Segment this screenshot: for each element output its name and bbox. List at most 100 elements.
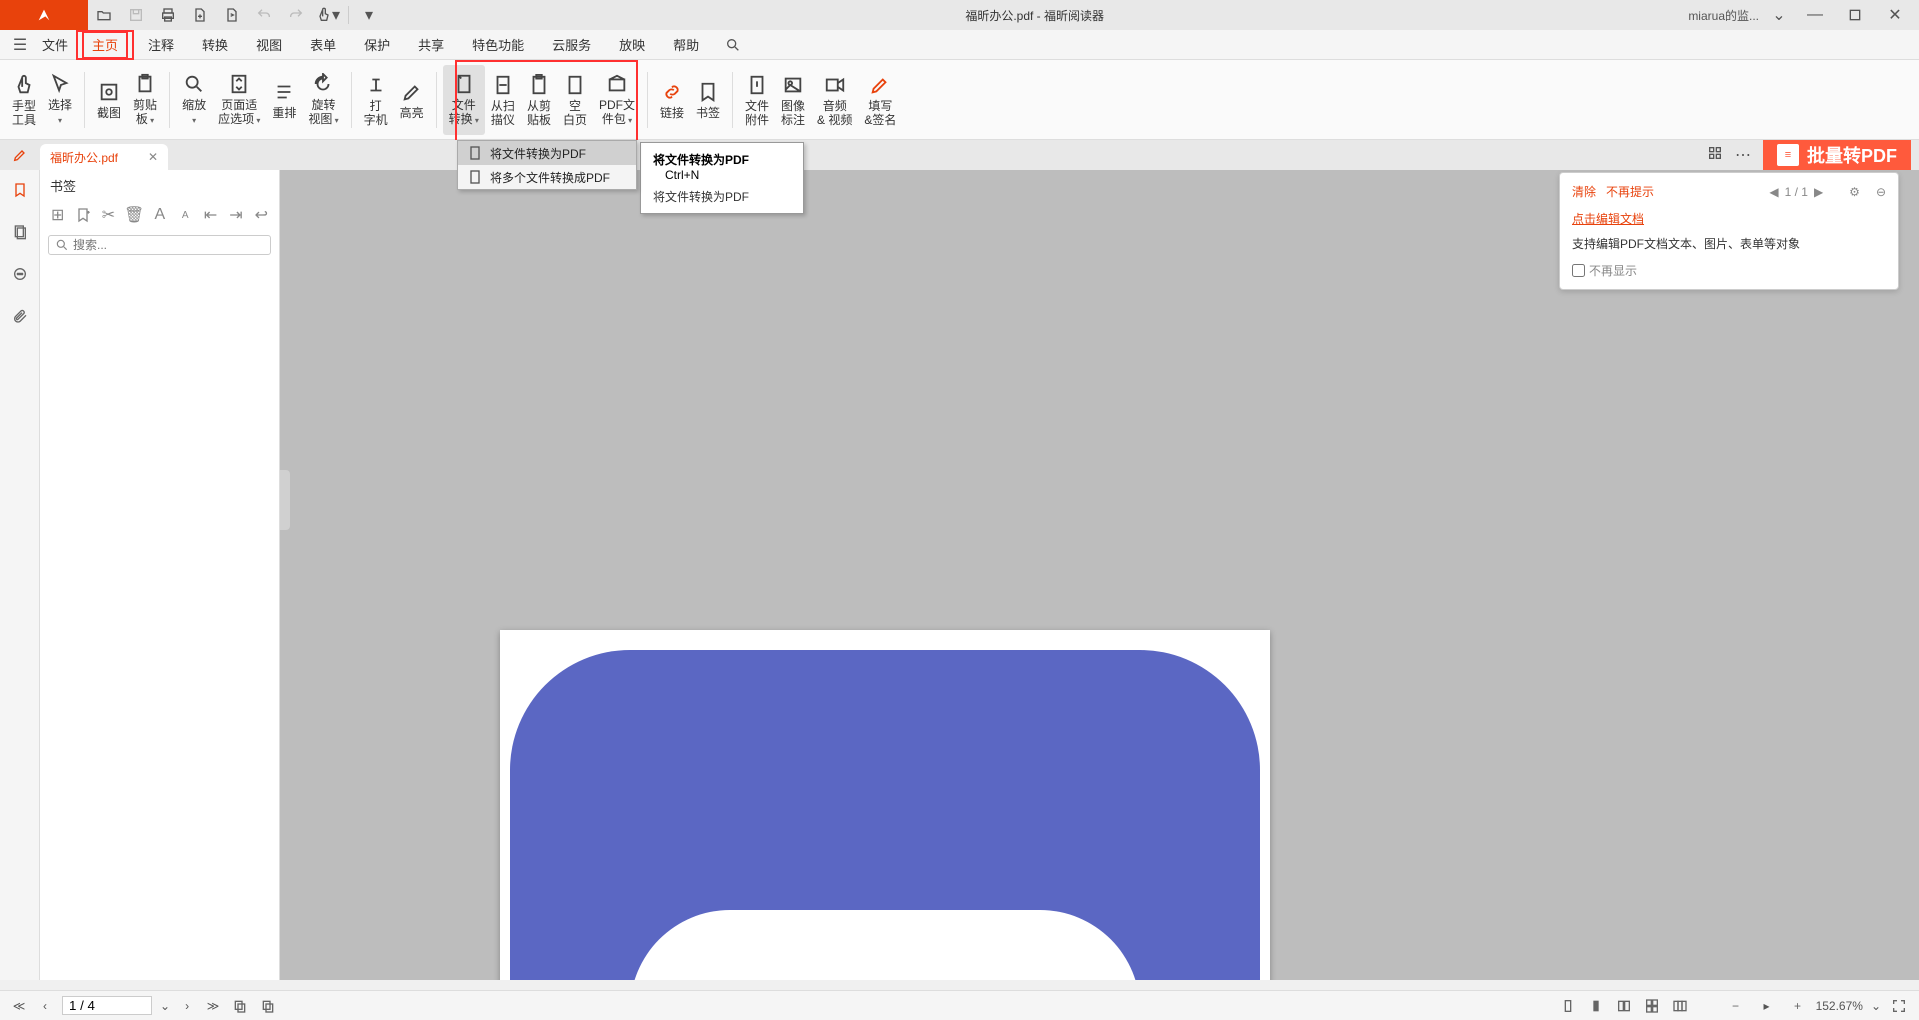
last-page-icon[interactable]: ≫ — [204, 997, 222, 1015]
ribbon-sign[interactable]: 填写&签名 — [858, 65, 902, 135]
tip-prev-icon[interactable]: ◀ — [1769, 185, 1778, 199]
next-page-icon[interactable]: › — [178, 997, 196, 1015]
file-export-icon[interactable] — [216, 0, 248, 30]
ribbon-hand[interactable]: 手型工具 — [6, 65, 42, 135]
tip-noremind-link[interactable]: 不再提示 — [1606, 183, 1654, 200]
zoom-marker-icon[interactable]: ▸ — [1754, 997, 1780, 1015]
view-continuous-icon[interactable] — [1586, 996, 1606, 1016]
bm-cut-icon[interactable]: ✂ — [99, 205, 118, 225]
tip-next-icon[interactable]: ▶ — [1814, 185, 1823, 199]
batch-convert-button[interactable]: ≡ 批量转PDF — [1763, 140, 1911, 170]
menu-tab-4[interactable]: 表单 — [296, 30, 350, 60]
ribbon-bookmark-r[interactable]: 书签 — [690, 65, 726, 135]
dropdown-item-0[interactable]: 将文件转换为PDF — [458, 141, 636, 165]
ribbon-file-convert[interactable]: 文件转换 ▾ — [443, 65, 485, 135]
tip-edit-link[interactable]: 点击编辑文档 — [1572, 210, 1886, 227]
fullscreen-icon[interactable] — [1889, 996, 1909, 1016]
view-book-icon[interactable] — [1670, 996, 1690, 1016]
menu-tab-3[interactable]: 视图 — [242, 30, 296, 60]
open-icon[interactable] — [88, 0, 120, 30]
menu-dots-icon[interactable]: ⋯ — [1735, 145, 1755, 165]
bm-level-up-icon[interactable]: ⇤ — [201, 205, 220, 225]
page-dropdown-icon[interactable]: ⌄ — [160, 999, 170, 1013]
dropdown-item-1[interactable]: 将多个文件转换成PDF — [458, 165, 636, 189]
qat-dropdown-icon[interactable]: ▾ — [353, 0, 385, 30]
menu-tab-5[interactable]: 保护 — [350, 30, 404, 60]
ribbon-cursor[interactable]: 选择 ▾ — [42, 65, 78, 135]
user-dropdown-icon[interactable]: ⌄ — [1763, 0, 1795, 30]
ribbon-screenshot[interactable]: 截图 — [91, 65, 127, 135]
view-single-icon[interactable] — [1558, 996, 1578, 1016]
tab-close-icon[interactable]: ✕ — [148, 150, 158, 164]
menu-file[interactable]: 文件 — [34, 30, 76, 60]
bm-wrap-icon[interactable]: ↩ — [252, 205, 271, 225]
ribbon-clipboard[interactable]: 剪贴板 ▾ — [127, 65, 163, 135]
ribbon-blank-page[interactable]: 空白页 — [557, 65, 593, 135]
sb-copy-icon[interactable] — [230, 996, 250, 1016]
menu-tab-6[interactable]: 共享 — [404, 30, 458, 60]
menu-search-icon[interactable] — [721, 33, 745, 57]
first-page-icon[interactable]: ≪ — [10, 997, 28, 1015]
attachments-rail-icon[interactable] — [8, 304, 32, 328]
tip-settings-icon[interactable]: ⚙ — [1849, 185, 1860, 199]
menu-tab-2[interactable]: 转换 — [188, 30, 242, 60]
edit-tool-icon[interactable] — [0, 140, 40, 170]
typewriter-icon — [364, 73, 388, 97]
zoom-in-icon[interactable]: + — [1788, 996, 1808, 1016]
bm-delete-icon[interactable]: 🗑 — [124, 205, 144, 225]
bookmark-search[interactable] — [48, 235, 271, 255]
close-button[interactable]: ✕ — [1875, 0, 1915, 30]
menu-tab-7[interactable]: 特色功能 — [458, 30, 538, 60]
comments-rail-icon[interactable] — [8, 262, 32, 286]
ribbon-highlight[interactable]: 高亮 — [394, 65, 430, 135]
ribbon-link[interactable]: 链接 — [654, 65, 690, 135]
ribbon-zoom[interactable]: 缩放 ▾ — [176, 65, 212, 135]
tip-noshow-checkbox[interactable]: 不再显示 — [1572, 262, 1886, 279]
menu-hamburger-icon[interactable]: ☰ — [10, 35, 30, 55]
ribbon-reflow[interactable]: 重排 — [266, 65, 302, 135]
user-label[interactable]: miarua的监... — [1684, 7, 1763, 24]
ribbon-fit[interactable]: 页面适应选项 ▾ — [212, 65, 266, 135]
menu-tab-0[interactable]: 主页 — [76, 30, 134, 60]
zoom-dropdown-icon[interactable]: ⌄ — [1871, 999, 1881, 1013]
minimize-button[interactable]: — — [1795, 0, 1835, 30]
sb-copy2-icon[interactable] — [258, 996, 278, 1016]
panel-collapse-handle[interactable] — [280, 470, 290, 530]
ribbon-audio-video[interactable]: 音频& 视频 — [811, 65, 858, 135]
page-input[interactable] — [62, 996, 152, 1015]
menu-tab-1[interactable]: 注释 — [134, 30, 188, 60]
view-facing-icon[interactable] — [1614, 996, 1634, 1016]
file-plus-icon[interactable] — [184, 0, 216, 30]
app-logo[interactable] — [0, 0, 88, 30]
document-tab[interactable]: 福昕办公.pdf ✕ — [40, 144, 168, 170]
bm-text-large-icon[interactable]: A — [176, 205, 195, 225]
ribbon-attachment[interactable]: 文件附件 — [739, 65, 775, 135]
bookmark-search-input[interactable] — [73, 238, 264, 252]
bookmark-rail-icon[interactable] — [8, 178, 32, 202]
bm-level-down-icon[interactable]: ⇥ — [226, 205, 245, 225]
tip-clear-link[interactable]: 清除 — [1572, 183, 1596, 200]
view-facing-cont-icon[interactable] — [1642, 996, 1662, 1016]
prev-page-icon[interactable]: ‹ — [36, 997, 54, 1015]
maximize-button[interactable] — [1835, 0, 1875, 30]
zoom-out-icon[interactable]: − — [1726, 996, 1746, 1016]
grid-view-icon[interactable] — [1707, 145, 1727, 165]
tip-noshow-input[interactable] — [1572, 264, 1585, 277]
bm-add-icon[interactable] — [73, 205, 92, 225]
menu-tab-9[interactable]: 放映 — [605, 30, 659, 60]
ribbon-typewriter[interactable]: 打字机 — [358, 65, 394, 135]
ribbon-rotate[interactable]: 旋转视图 ▾ — [302, 65, 344, 135]
tip-close-icon[interactable]: ⊖ — [1876, 185, 1886, 199]
pages-rail-icon[interactable] — [8, 220, 32, 244]
print-icon[interactable] — [152, 0, 184, 30]
ribbon-scanner[interactable]: 从扫描仪 — [485, 65, 521, 135]
menu-tab-10[interactable]: 帮助 — [659, 30, 713, 60]
ribbon-pdf-package[interactable]: PDF文件包 ▾ — [593, 65, 641, 135]
ribbon-image-annot[interactable]: 图像标注 — [775, 65, 811, 135]
canvas-area[interactable]: 清除 不再提示 ◀ 1 / 1 ▶ ⚙ ⊖ 点击编辑文档 支持编辑PDF文档文本… — [280, 170, 1919, 980]
bm-expand-icon[interactable]: ⊞ — [48, 205, 67, 225]
touch-icon[interactable]: ▾ — [312, 0, 344, 30]
bm-text-small-icon[interactable]: A — [150, 205, 169, 225]
menu-tab-8[interactable]: 云服务 — [538, 30, 605, 60]
ribbon-from-clipboard[interactable]: 从剪贴板 — [521, 65, 557, 135]
